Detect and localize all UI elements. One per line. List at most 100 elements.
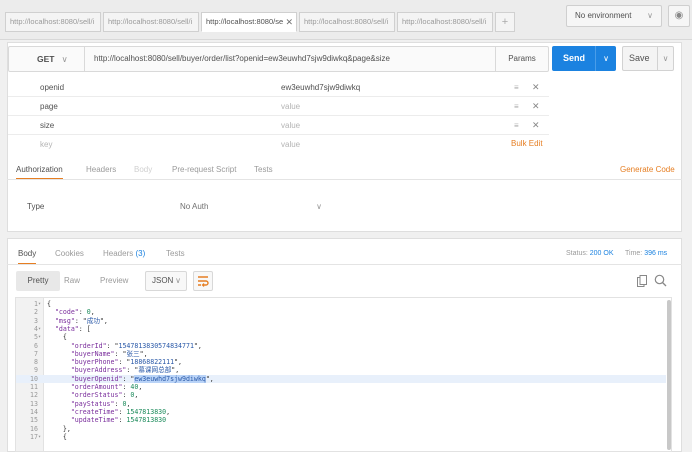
code-text: "code": 0, (54, 308, 95, 317)
request-tab-2[interactable]: http://localhost:8080/sell/i (103, 12, 199, 32)
fold-arrow-icon[interactable]: ▾ (38, 433, 41, 441)
param-row: openid ew3euwhd7sjw9diwkq ≡ ✕ (8, 78, 549, 97)
param-value[interactable]: value (281, 116, 300, 135)
view-preview-button[interactable]: Preview (100, 271, 128, 291)
new-tab-button[interactable]: + (495, 12, 515, 32)
code-line: 13 "payStatus": 0, (16, 400, 666, 408)
code-line: 15 "updateTime": 1547813830 (16, 416, 666, 424)
request-tab-3[interactable]: http://localhost:8080/se ✕ (201, 12, 297, 32)
time-value: 396 ms (644, 250, 668, 257)
delete-icon[interactable]: ✕ (532, 97, 540, 116)
view-pretty-button[interactable]: Pretty (16, 271, 60, 291)
close-icon[interactable]: ✕ (285, 13, 293, 31)
line-number: 16 (30, 424, 38, 433)
response-code-editor[interactable]: 1 ▾{2 "code": 0, 3 "msg": "成功", 4 ▾ "data": … (15, 297, 672, 452)
code-text: { (47, 333, 67, 342)
menu-icon[interactable]: ≡ (514, 78, 519, 97)
status-label: Status: (566, 250, 588, 257)
environment-select[interactable]: No environment ∨ (566, 5, 662, 27)
wrap-button[interactable] (193, 271, 213, 291)
code-line: 10 "buyerOpenid": "ew3euwhd7sjw9diwkq", (16, 374, 666, 383)
tab-pre-request-script[interactable]: Pre-request Script (172, 160, 236, 180)
code-line: 1 ▾ { (16, 300, 666, 308)
param-value[interactable]: value (281, 97, 300, 116)
request-tab-1[interactable]: http://localhost:8080/sell/i (5, 12, 101, 32)
send-label: Send (563, 53, 586, 63)
code-line: 17 ▾ { (16, 433, 666, 441)
copy-icon[interactable] (637, 275, 647, 287)
line-number: 8 (34, 358, 38, 367)
tab-authorization[interactable]: Authorization (16, 160, 63, 180)
request-tab-4[interactable]: http://localhost:8080/sell/i (299, 12, 395, 32)
tab-headers[interactable]: Headers (86, 160, 116, 180)
menu-icon[interactable]: ≡ (514, 116, 519, 135)
code-line: 12 "orderStatus": 0, (16, 391, 666, 399)
tab-tests[interactable]: Tests (254, 160, 273, 180)
tab-label: http://localhost:8080/sell/i (10, 17, 95, 26)
tab-label: http://localhost:8080/sell/i (108, 17, 193, 26)
params-button[interactable]: Params (495, 47, 548, 71)
param-row: page value ≡ ✕ (8, 97, 549, 116)
line-number: 11 (30, 383, 38, 391)
code-line: 7 "buyerName": "张三", (16, 350, 666, 358)
response-tab-body[interactable]: Body (18, 245, 37, 265)
chevron-down-icon[interactable]: ∨ (657, 47, 673, 70)
code-text: "payStatus": 0, (70, 399, 131, 408)
response-tab-cookies[interactable]: Cookies (55, 245, 84, 265)
format-select[interactable]: JSON ∨ (145, 271, 187, 291)
auth-type-select[interactable]: No Auth ∨ (176, 197, 326, 217)
param-key[interactable]: openid (40, 78, 64, 97)
param-key[interactable]: page (40, 97, 58, 116)
eye-icon[interactable]: ◉ (668, 5, 690, 27)
response-tab-headers[interactable]: Headers (3) (103, 245, 145, 265)
wrap-icon (198, 276, 209, 287)
line-number: 10 (30, 374, 38, 383)
code-line: 5 ▾ { (16, 333, 666, 341)
headers-count: (3) (135, 249, 146, 258)
delete-icon[interactable]: ✕ (532, 116, 540, 135)
tab-body[interactable]: Body (134, 160, 152, 180)
delete-icon[interactable]: ✕ (532, 78, 540, 97)
menu-icon[interactable]: ≡ (514, 97, 519, 116)
code-text: "orderId": "1547813830574834771", (70, 341, 202, 350)
generate-code-link[interactable]: Generate Code (620, 160, 675, 180)
search-icon[interactable] (654, 274, 667, 287)
line-number: 17 (30, 432, 38, 441)
param-value-input[interactable]: value (281, 135, 300, 154)
line-number: 2 (34, 308, 38, 317)
code-line: 6 "orderId": "1547813830574834771", (16, 342, 666, 350)
save-button[interactable]: Save ∨ (622, 46, 674, 71)
method-select[interactable]: GET ∨ (9, 47, 85, 71)
time-label: Time: (625, 250, 643, 257)
code-text: "data": [ (54, 324, 91, 333)
line-number: 3 (34, 316, 38, 325)
url-input[interactable]: http://localhost:8080/sell/buyer/order/l… (94, 47, 494, 71)
fold-arrow-icon[interactable]: ▾ (38, 333, 41, 341)
format-label: JSON (152, 276, 174, 285)
param-row: size value ≡ ✕ (8, 116, 549, 135)
send-button[interactable]: Send ∨ (552, 46, 616, 71)
line-number: 4 (34, 324, 38, 333)
fold-arrow-icon[interactable]: ▾ (38, 325, 41, 333)
param-key[interactable]: size (40, 116, 54, 135)
param-key-input[interactable]: key (40, 135, 52, 154)
line-number: 13 (30, 399, 38, 408)
tab-label: http://localhost:8080/sell/i (304, 17, 389, 26)
response-tab-tests[interactable]: Tests (166, 245, 185, 265)
bulk-edit-link[interactable]: Bulk Edit (511, 138, 543, 150)
request-tab-5[interactable]: http://localhost:8080/sell/i (397, 12, 493, 32)
divider (7, 179, 682, 180)
code-text: { (47, 432, 67, 441)
response-time: Time: 396 ms (625, 245, 667, 263)
code-line: 2 "code": 0, (16, 308, 666, 316)
save-label: Save (629, 53, 650, 63)
line-number: 12 (30, 391, 38, 400)
tab-label: http://localhost:8080/sell/i (402, 17, 487, 26)
environment-label: No environment (575, 11, 632, 20)
code-text: { (47, 300, 51, 308)
fold-arrow-icon[interactable]: ▾ (38, 300, 41, 308)
chevron-down-icon[interactable]: ∨ (595, 46, 616, 71)
param-value[interactable]: ew3euwhd7sjw9diwkq (281, 78, 360, 97)
scrollbar[interactable] (667, 300, 671, 450)
view-raw-button[interactable]: Raw (64, 271, 80, 291)
